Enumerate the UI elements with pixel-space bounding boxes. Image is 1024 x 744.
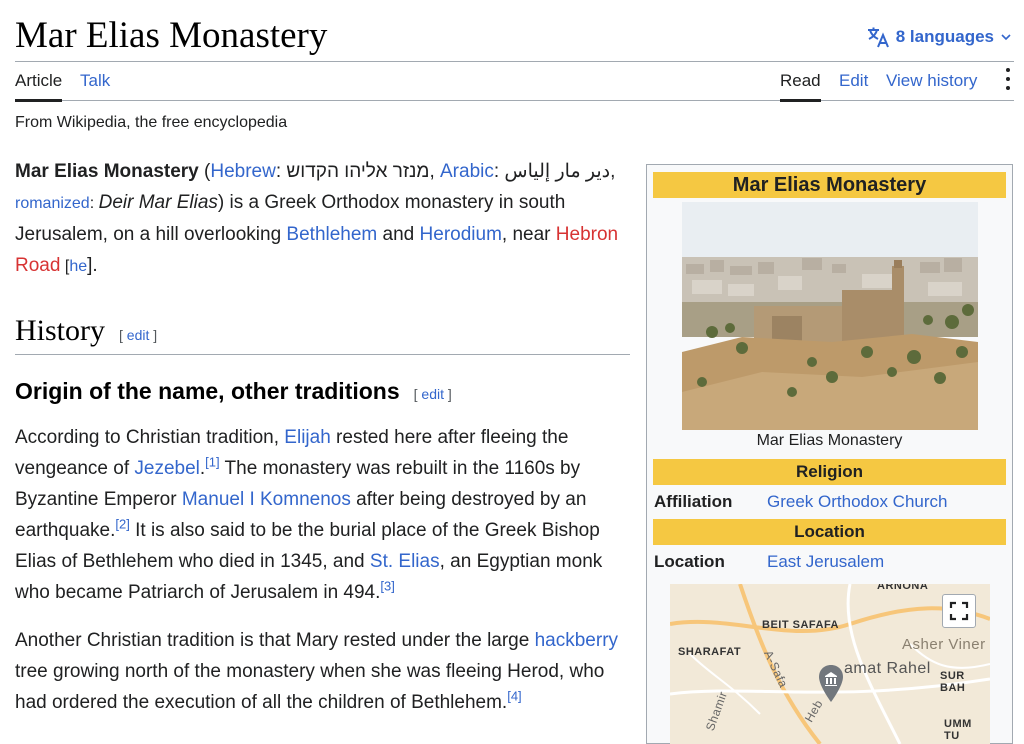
- st-elias-link[interactable]: St. Elias: [370, 551, 440, 572]
- fullscreen-icon: [949, 601, 969, 621]
- translate-icon: [866, 26, 890, 48]
- text: Another Christian tradition is that Mary…: [15, 630, 535, 651]
- languages-label: 8 languages: [895, 27, 994, 46]
- photo-caption: Mar Elias Monastery: [756, 432, 903, 449]
- more-menu-icon[interactable]: [1006, 68, 1012, 90]
- text: tree growing north of the monastery when…: [15, 661, 605, 713]
- text: , near: [501, 224, 556, 245]
- origin-paragraph-1: According to Christian tradition, Elijah…: [15, 422, 630, 608]
- tagline: From Wikipedia, the free encyclopedia: [15, 114, 288, 131]
- greek-orthodox-link[interactable]: Greek Orthodox Church: [767, 492, 947, 511]
- origin-heading: Origin of the name, other traditions [ ed…: [15, 378, 452, 405]
- ref-4-link[interactable]: [4]: [507, 689, 521, 704]
- location-value: East Jerusalem: [767, 552, 884, 572]
- monastery-photo[interactable]: [682, 202, 978, 430]
- hackberry-link[interactable]: hackberry: [535, 630, 618, 651]
- location-map[interactable]: ARNONA BEIT SAFAFA SHARAFAT Asher Viner …: [670, 584, 990, 744]
- intro-paragraph: Mar Elias Monastery (Hebrew: מנזר אליהו …: [15, 156, 630, 282]
- tab-view-history[interactable]: View history: [886, 71, 977, 99]
- map-label-ramat-rahel: amat Rahel: [844, 660, 931, 677]
- bethlehem-link[interactable]: Bethlehem: [286, 224, 377, 245]
- hebrew-name: מנזר אליהו הקדוש: [286, 161, 430, 182]
- text: :: [493, 161, 505, 182]
- jezebel-link[interactable]: Jezebel: [134, 458, 200, 479]
- text: [: [119, 327, 127, 343]
- arabic-name: دير مار إلياس: [504, 161, 611, 182]
- map-label-beit-safafa: BEIT SAFAFA: [762, 619, 840, 631]
- text: :: [275, 161, 287, 182]
- text: [: [60, 258, 70, 275]
- history-edit: [ edit ]: [119, 327, 157, 343]
- religion-header: Religion: [653, 459, 1006, 485]
- tab-edit[interactable]: Edit: [839, 71, 868, 99]
- affiliation-value: Greek Orthodox Church: [767, 492, 947, 512]
- herodium-link[interactable]: Herodium: [420, 224, 502, 245]
- intro-section: Mar Elias Monastery (Hebrew: מנזר אליהו …: [15, 156, 630, 294]
- text: ,: [429, 161, 440, 182]
- map-marker-icon: [817, 664, 845, 709]
- infobox: Mar Elias Monastery Mar Elias Monastery …: [646, 164, 1013, 744]
- text: ,: [610, 161, 616, 182]
- affiliation-label: Affiliation: [654, 492, 733, 511]
- origin-heading-text: Origin of the name, other traditions: [15, 378, 400, 404]
- infobox-title: Mar Elias Monastery: [653, 172, 1006, 198]
- text: According to Christian tradition,: [15, 427, 285, 448]
- map-label-umm-tu: UMM TU: [944, 718, 972, 742]
- text: ]: [149, 327, 158, 343]
- tab-talk[interactable]: Talk: [80, 71, 110, 99]
- ref-1-link[interactable]: [1]: [205, 455, 219, 470]
- history-heading: History [ edit ]: [15, 314, 630, 355]
- ref-2-link[interactable]: [2]: [115, 517, 129, 532]
- intro-bold-title: Mar Elias Monastery: [15, 161, 199, 182]
- location-label: Location: [654, 552, 725, 571]
- text: and: [377, 224, 420, 245]
- origin-edit-link[interactable]: edit: [421, 386, 444, 402]
- chevron-down-icon: [1000, 32, 1012, 42]
- history-edit-link[interactable]: edit: [127, 327, 150, 343]
- elijah-link[interactable]: Elijah: [284, 427, 330, 448]
- hebrew-link[interactable]: Hebrew: [210, 161, 275, 182]
- map-label-asher-viner: Asher Viner: [902, 636, 986, 653]
- map-fullscreen-button[interactable]: [942, 594, 976, 628]
- he-link[interactable]: he: [69, 258, 87, 275]
- text: :: [89, 195, 99, 212]
- romanized-name: Deir Mar Elias: [98, 192, 218, 213]
- location-header: Location: [653, 519, 1006, 545]
- map-label-arnona: ARNONA: [877, 584, 929, 592]
- map-label-sur-bah: SUR BAH: [940, 670, 966, 694]
- text: ].: [87, 255, 98, 276]
- tab-read[interactable]: Read: [780, 71, 821, 102]
- languages-button[interactable]: 8 languages: [866, 26, 1012, 48]
- map-label-sharafat: SHARAFAT: [678, 646, 742, 658]
- tab-article[interactable]: Article: [15, 71, 63, 102]
- origin-paragraph-2: Another Christian tradition is that Mary…: [15, 625, 630, 718]
- manuel-komnenos-link[interactable]: Manuel I Komnenos: [182, 489, 351, 510]
- page-title: Mar Elias Monastery: [15, 15, 328, 56]
- origin-body: According to Christian tradition, Elijah…: [15, 422, 630, 735]
- origin-edit: [ edit ]: [414, 386, 452, 402]
- page-tabs: Article Talk Read Edit View history: [15, 62, 1014, 102]
- east-jerusalem-link[interactable]: East Jerusalem: [767, 552, 884, 571]
- romanized-link[interactable]: romanized: [15, 195, 90, 212]
- ref-3-link[interactable]: [3]: [380, 579, 394, 594]
- text: (: [198, 161, 211, 182]
- history-heading-text: History: [15, 314, 105, 347]
- text: ]: [444, 386, 452, 402]
- arabic-link[interactable]: Arabic: [440, 161, 494, 182]
